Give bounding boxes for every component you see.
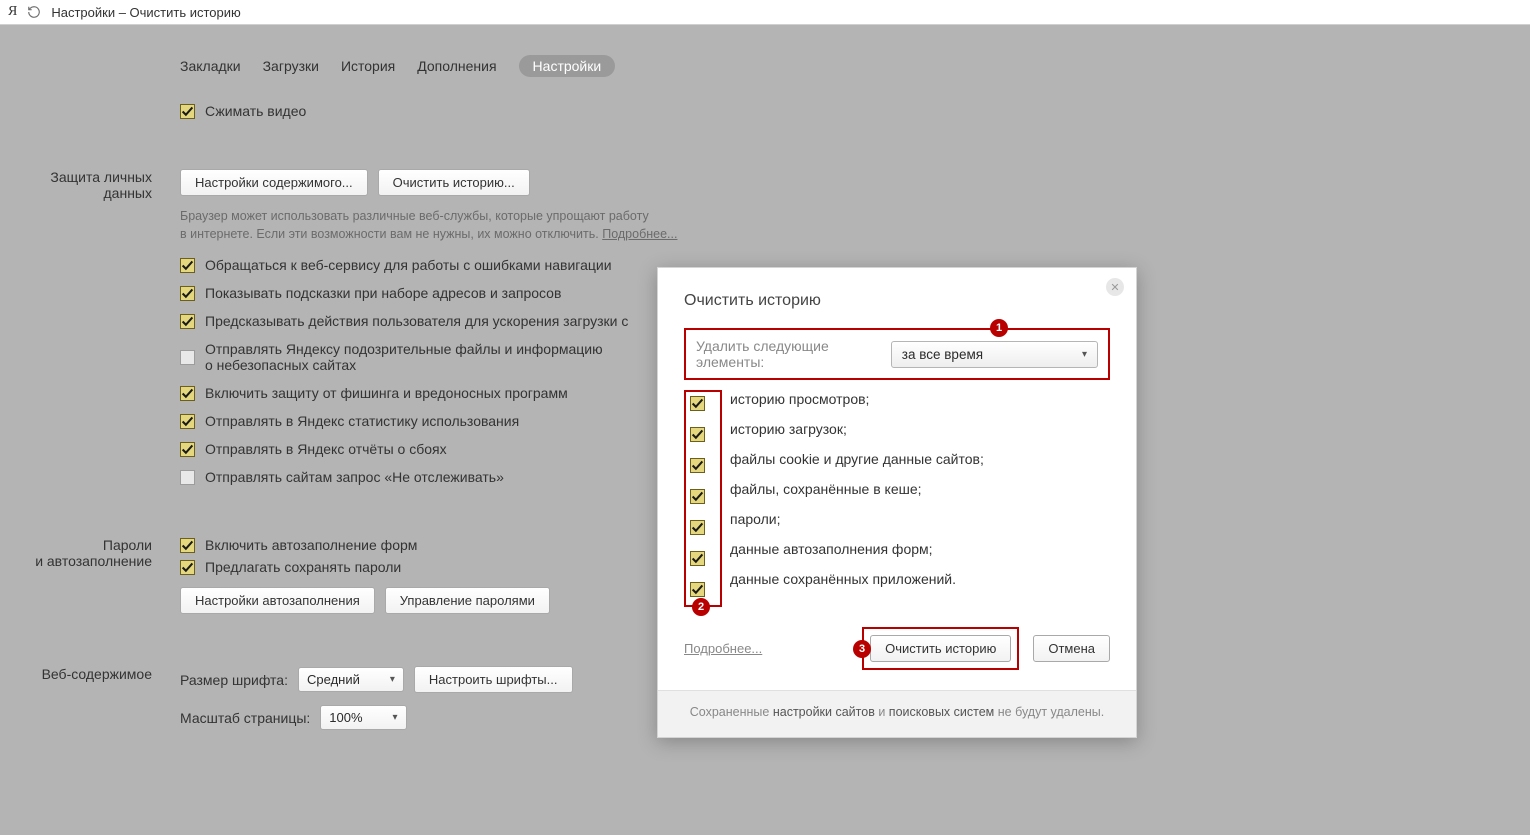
tabs-row: Закладки Загрузки История Дополнения Настрой… — [180, 55, 1530, 77]
font-size-select[interactable]: Средний ▾ — [298, 667, 404, 692]
highlight-box-1: 1 Удалить следующие элементы: за все вре… — [684, 328, 1110, 380]
privacy-checkbox-7[interactable] — [180, 470, 195, 485]
web-content-section-label: Веб-содержимое — [30, 666, 180, 742]
dialog-checkbox-4[interactable] — [690, 520, 705, 535]
tab-настройки[interactable]: Настройки — [519, 55, 616, 77]
page-zoom-select[interactable]: 100% ▾ — [320, 705, 406, 730]
compress-video-label: Сжимать видео — [205, 103, 306, 119]
configure-fonts-button[interactable]: Настроить шрифты... — [414, 666, 573, 693]
dialog-footer-note: Сохраненные настройки сайтов и поисковых… — [658, 690, 1136, 737]
manage-passwords-button[interactable]: Управление паролями — [385, 587, 550, 614]
highlight-box-2: 2 — [684, 390, 722, 607]
privacy-option-label: Отправлять в Яндекс отчёты о сбоях — [205, 441, 447, 457]
autofill-label: Включить автозаполнение форм — [205, 537, 417, 553]
dialog-checkbox-5[interactable] — [690, 551, 705, 566]
dialog-clear-button[interactable]: Очистить историю — [870, 635, 1011, 662]
privacy-checkbox-2[interactable] — [180, 314, 195, 329]
clear-history-dialog: ✕ Очистить историю 1 Удалить следующие э… — [657, 267, 1137, 738]
save-passwords-label: Предлагать сохранять пароли — [205, 559, 401, 575]
dialog-option-label: историю просмотров; — [730, 391, 984, 407]
reload-icon[interactable] — [27, 5, 41, 19]
privacy-option-label: Обращаться к веб-сервису для работы с ош… — [205, 257, 612, 273]
privacy-option-label: Отправлять в Яндекс статистику использов… — [205, 413, 519, 429]
dialog-option-label: файлы, сохранённые в кеше; — [730, 481, 984, 497]
checkbox-compress-video[interactable] — [180, 104, 195, 119]
privacy-checkbox-5[interactable] — [180, 414, 195, 429]
dialog-option-label: файлы cookie и другие данные сайтов; — [730, 451, 984, 467]
chevron-down-icon: ▾ — [390, 674, 395, 685]
dialog-checkbox-3[interactable] — [690, 489, 705, 504]
annotation-marker-1: 1 — [990, 319, 1008, 337]
dialog-cancel-button[interactable]: Отмена — [1033, 635, 1110, 662]
privacy-checkbox-4[interactable] — [180, 386, 195, 401]
privacy-checkbox-0[interactable] — [180, 258, 195, 273]
tab-история[interactable]: История — [341, 58, 395, 74]
passwords-section-label: Пароли и автозаполнение — [30, 537, 180, 626]
content-settings-button[interactable]: Настройки содержимого... — [180, 169, 368, 196]
checkbox-save-passwords[interactable] — [180, 560, 195, 575]
dialog-checkbox-2[interactable] — [690, 458, 705, 473]
browser-logo: Я — [8, 4, 17, 20]
privacy-checkbox-6[interactable] — [180, 442, 195, 457]
close-icon[interactable]: ✕ — [1106, 278, 1124, 296]
chevron-down-icon: ▾ — [393, 712, 398, 723]
privacy-option-label: Отправлять Яндексу подозрительные файлы … — [205, 341, 603, 373]
font-size-label: Размер шрифта: — [180, 672, 288, 688]
privacy-checkbox-3[interactable] — [180, 350, 195, 365]
privacy-description: Браузер может использовать различные веб… — [180, 208, 1530, 243]
privacy-more-link[interactable]: Подробнее... — [602, 227, 677, 241]
autofill-settings-button[interactable]: Настройки автозаполнения — [180, 587, 375, 614]
page-title: Настройки – Очистить историю — [51, 5, 240, 20]
dialog-checkbox-6[interactable] — [690, 582, 705, 597]
dialog-option-label: историю загрузок; — [730, 421, 984, 437]
privacy-section-label: Защита личных данных — [30, 169, 180, 497]
dialog-title: Очистить историю — [684, 292, 1110, 310]
dialog-checkbox-0[interactable] — [690, 396, 705, 411]
privacy-option-label: Включить защиту от фишинга и вредоносных… — [205, 385, 568, 401]
privacy-option-label: Отправлять сайтам запрос «Не отслеживать… — [205, 469, 504, 485]
tab-загрузки[interactable]: Загрузки — [263, 58, 319, 74]
dialog-option-label: пароли; — [730, 511, 984, 527]
clear-history-button[interactable]: Очистить историю... — [378, 169, 530, 196]
annotation-marker-3: 3 — [853, 640, 871, 658]
privacy-option-label: Показывать подсказки при наборе адресов … — [205, 285, 561, 301]
privacy-option-label: Предсказывать действия пользователя для … — [205, 313, 628, 329]
dialog-more-link[interactable]: Подробнее... — [684, 641, 762, 656]
dialog-option-label: данные автозаполнения форм; — [730, 541, 984, 557]
time-range-select[interactable]: за все время ▾ — [891, 341, 1098, 368]
chevron-down-icon: ▾ — [1082, 349, 1087, 360]
dialog-option-label: данные сохранённых приложений. — [730, 571, 984, 587]
address-bar: Я Настройки – Очистить историю — [0, 0, 1530, 25]
tab-дополнения[interactable]: Дополнения — [417, 58, 496, 74]
checkbox-autofill[interactable] — [180, 538, 195, 553]
privacy-checkbox-1[interactable] — [180, 286, 195, 301]
page-zoom-label: Масштаб страницы: — [180, 710, 310, 726]
dialog-checkbox-1[interactable] — [690, 427, 705, 442]
delete-elements-label: Удалить следующие элементы: — [696, 338, 877, 370]
tab-закладки[interactable]: Закладки — [180, 58, 241, 74]
annotation-marker-2: 2 — [692, 598, 710, 616]
highlight-box-3: 3 Очистить историю — [862, 627, 1019, 670]
